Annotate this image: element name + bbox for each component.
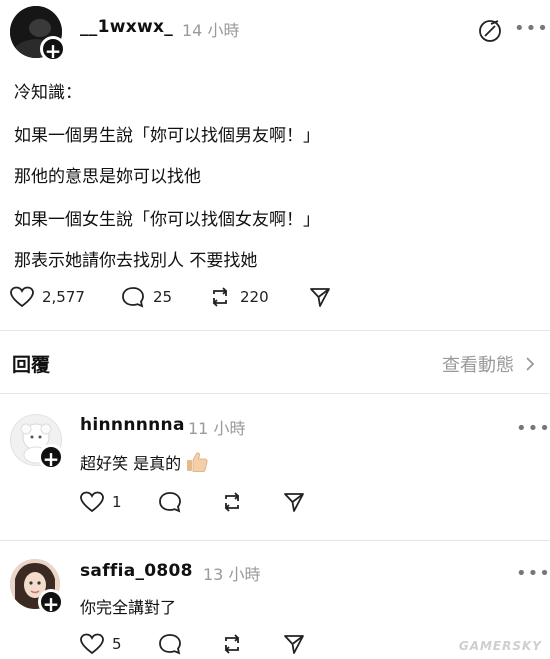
comment-text: 你完全講對了 — [80, 598, 177, 617]
replies-title: 回覆 — [12, 354, 51, 376]
chevron-right-icon — [526, 357, 535, 371]
comment-text-row: 超好笑 是真的 — [80, 450, 209, 474]
send-icon — [284, 493, 304, 512]
repost-icon — [224, 634, 240, 654]
comment-button[interactable] — [158, 491, 182, 513]
comment-time: 11 小時 — [188, 419, 246, 438]
like-button[interactable]: 2,577 — [10, 286, 85, 308]
repost-button[interactable]: 220 — [208, 286, 269, 308]
comment-username[interactable]: saffia_0808 — [80, 561, 193, 581]
more-options-icon[interactable]: ••• — [514, 18, 549, 39]
repost-button[interactable] — [220, 633, 244, 655]
view-activity-link[interactable]: 查看動態 — [442, 351, 538, 377]
send-icon — [310, 288, 330, 307]
comment-text-row: 你完全講對了 — [80, 594, 176, 618]
share-button[interactable] — [283, 633, 305, 655]
post-line: 那他的意思是妳可以找他 — [14, 167, 201, 187]
repost-icon — [212, 287, 228, 307]
heart-icon — [10, 286, 34, 308]
divider — [0, 330, 550, 331]
heart-icon — [80, 491, 104, 513]
like-count: 2,577 — [42, 288, 85, 306]
watermark: GAMERSKY — [458, 639, 542, 653]
like-button[interactable]: 1 — [80, 491, 122, 513]
comment-text: 超好笑 是真的 — [80, 454, 182, 473]
post-time: 14 小時 — [182, 21, 240, 40]
comment-button[interactable]: 25 — [121, 286, 172, 308]
comment-avatar[interactable]: + — [10, 414, 66, 471]
post-avatar[interactable]: + — [10, 6, 66, 63]
comment-icon — [122, 287, 144, 308]
share-button[interactable] — [283, 491, 305, 513]
thumbs-up-icon — [187, 452, 208, 472]
heart-icon — [80, 633, 104, 655]
more-options-icon[interactable]: ••• — [516, 418, 550, 439]
follow-plus-icon[interactable]: + — [40, 36, 66, 63]
follow-plus-icon[interactable]: + — [38, 589, 64, 616]
send-icon — [284, 635, 304, 654]
more-options-icon[interactable]: ••• — [516, 563, 550, 584]
post-line: 冷知識： — [14, 83, 82, 103]
repost-count: 220 — [240, 288, 269, 306]
like-count: 1 — [112, 493, 122, 511]
share-button[interactable] — [309, 286, 331, 308]
comment-avatar[interactable]: + — [10, 559, 66, 616]
repost-button[interactable] — [220, 491, 244, 513]
view-activity-label: 查看動態 — [442, 355, 514, 376]
post-line: 那表示她請你去找別人 不要找她 — [14, 251, 258, 271]
comment-icon — [159, 492, 181, 513]
main-post: + __1wxwx_ 14 小時 ••• 冷知識： 如果一個男生說「妳可以找個男… — [0, 0, 550, 330]
post-line: 如果一個女生說「你可以找個女友啊！」 — [14, 210, 320, 230]
like-button[interactable]: 5 — [80, 633, 122, 655]
repost-icon — [224, 492, 240, 512]
follow-plus-icon[interactable]: + — [38, 444, 64, 471]
translate-icon[interactable] — [477, 18, 503, 48]
comment-time: 13 小時 — [203, 565, 261, 584]
post-username[interactable]: __1wxwx_ — [80, 17, 173, 37]
comment-username[interactable]: hinnnnnna — [80, 415, 185, 435]
like-count: 5 — [112, 635, 122, 653]
comment-item: + hinnnnnna 11 小時 ••• 超好笑 是真的 1 — [0, 394, 550, 532]
comment-count: 25 — [153, 288, 173, 306]
post-line: 如果一個男生說「妳可以找個男友啊！」 — [14, 126, 320, 146]
comment-icon — [159, 634, 181, 655]
comment-button[interactable] — [158, 633, 182, 655]
